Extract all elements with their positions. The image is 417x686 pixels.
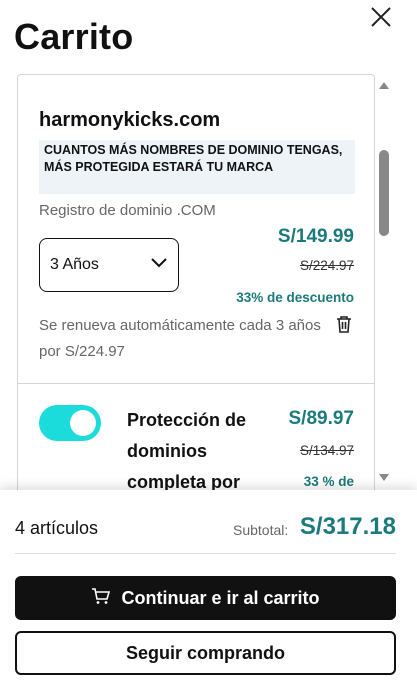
- protection-old-price: S/134.97: [299, 443, 354, 458]
- term-select[interactable]: 3 Años: [39, 238, 179, 292]
- cart-items-list[interactable]: harmonykicks.com CUANTOS MÁS NOMBRES DE …: [17, 74, 375, 494]
- item-old-price: S/224.97: [299, 258, 354, 273]
- scrollbar-thumb[interactable]: [379, 150, 389, 236]
- item-discount: 33% de descuento: [236, 290, 354, 305]
- checkout-label: Continuar e ir al carrito: [121, 587, 320, 608]
- chevron-down-icon: [150, 256, 168, 274]
- close-icon[interactable]: [368, 4, 394, 30]
- subtotal-label: Subtotal:: [233, 522, 289, 538]
- footer-divider: [15, 553, 396, 554]
- protection-title: Protección de dominios completa por: [127, 410, 247, 492]
- trash-icon[interactable]: [335, 314, 353, 334]
- product-description: Registro de dominio .COM: [39, 202, 216, 219]
- promo-banner: CUANTOS MÁS NOMBRES DE DOMINIO TENGAS, M…: [39, 140, 355, 194]
- scroll-down-icon[interactable]: [379, 474, 389, 481]
- scrollbar[interactable]: [376, 74, 392, 494]
- subtotal-value: S/317.18: [299, 513, 396, 540]
- cart-footer: 4 artículos Subtotal: S/317.18 Continuar…: [0, 490, 417, 686]
- protection-toggle[interactable]: [39, 405, 101, 441]
- page-title: Carrito: [14, 16, 134, 57]
- cart-item-domain: harmonykicks.com CUANTOS MÁS NOMBRES DE …: [18, 75, 374, 385]
- renewal-text: Se renueva automáticamente cada 3 años p…: [39, 317, 321, 360]
- domain-name: harmonykicks.com: [39, 109, 221, 131]
- protection-price: S/89.97: [288, 408, 355, 429]
- continue-label: Seguir comprando: [125, 642, 286, 663]
- protection-discount: 33 % de: [303, 474, 354, 489]
- cart-icon: [91, 587, 111, 610]
- item-divider: [18, 383, 374, 384]
- item-price: S/149.99: [277, 226, 354, 247]
- scroll-up-icon[interactable]: [379, 82, 389, 89]
- term-select-value: 3 Años: [50, 256, 99, 273]
- item-count: 4 artículos: [15, 518, 99, 538]
- checkout-button[interactable]: Continuar e ir al carrito: [15, 576, 396, 620]
- continue-shopping-button[interactable]: Seguir comprando: [15, 631, 396, 675]
